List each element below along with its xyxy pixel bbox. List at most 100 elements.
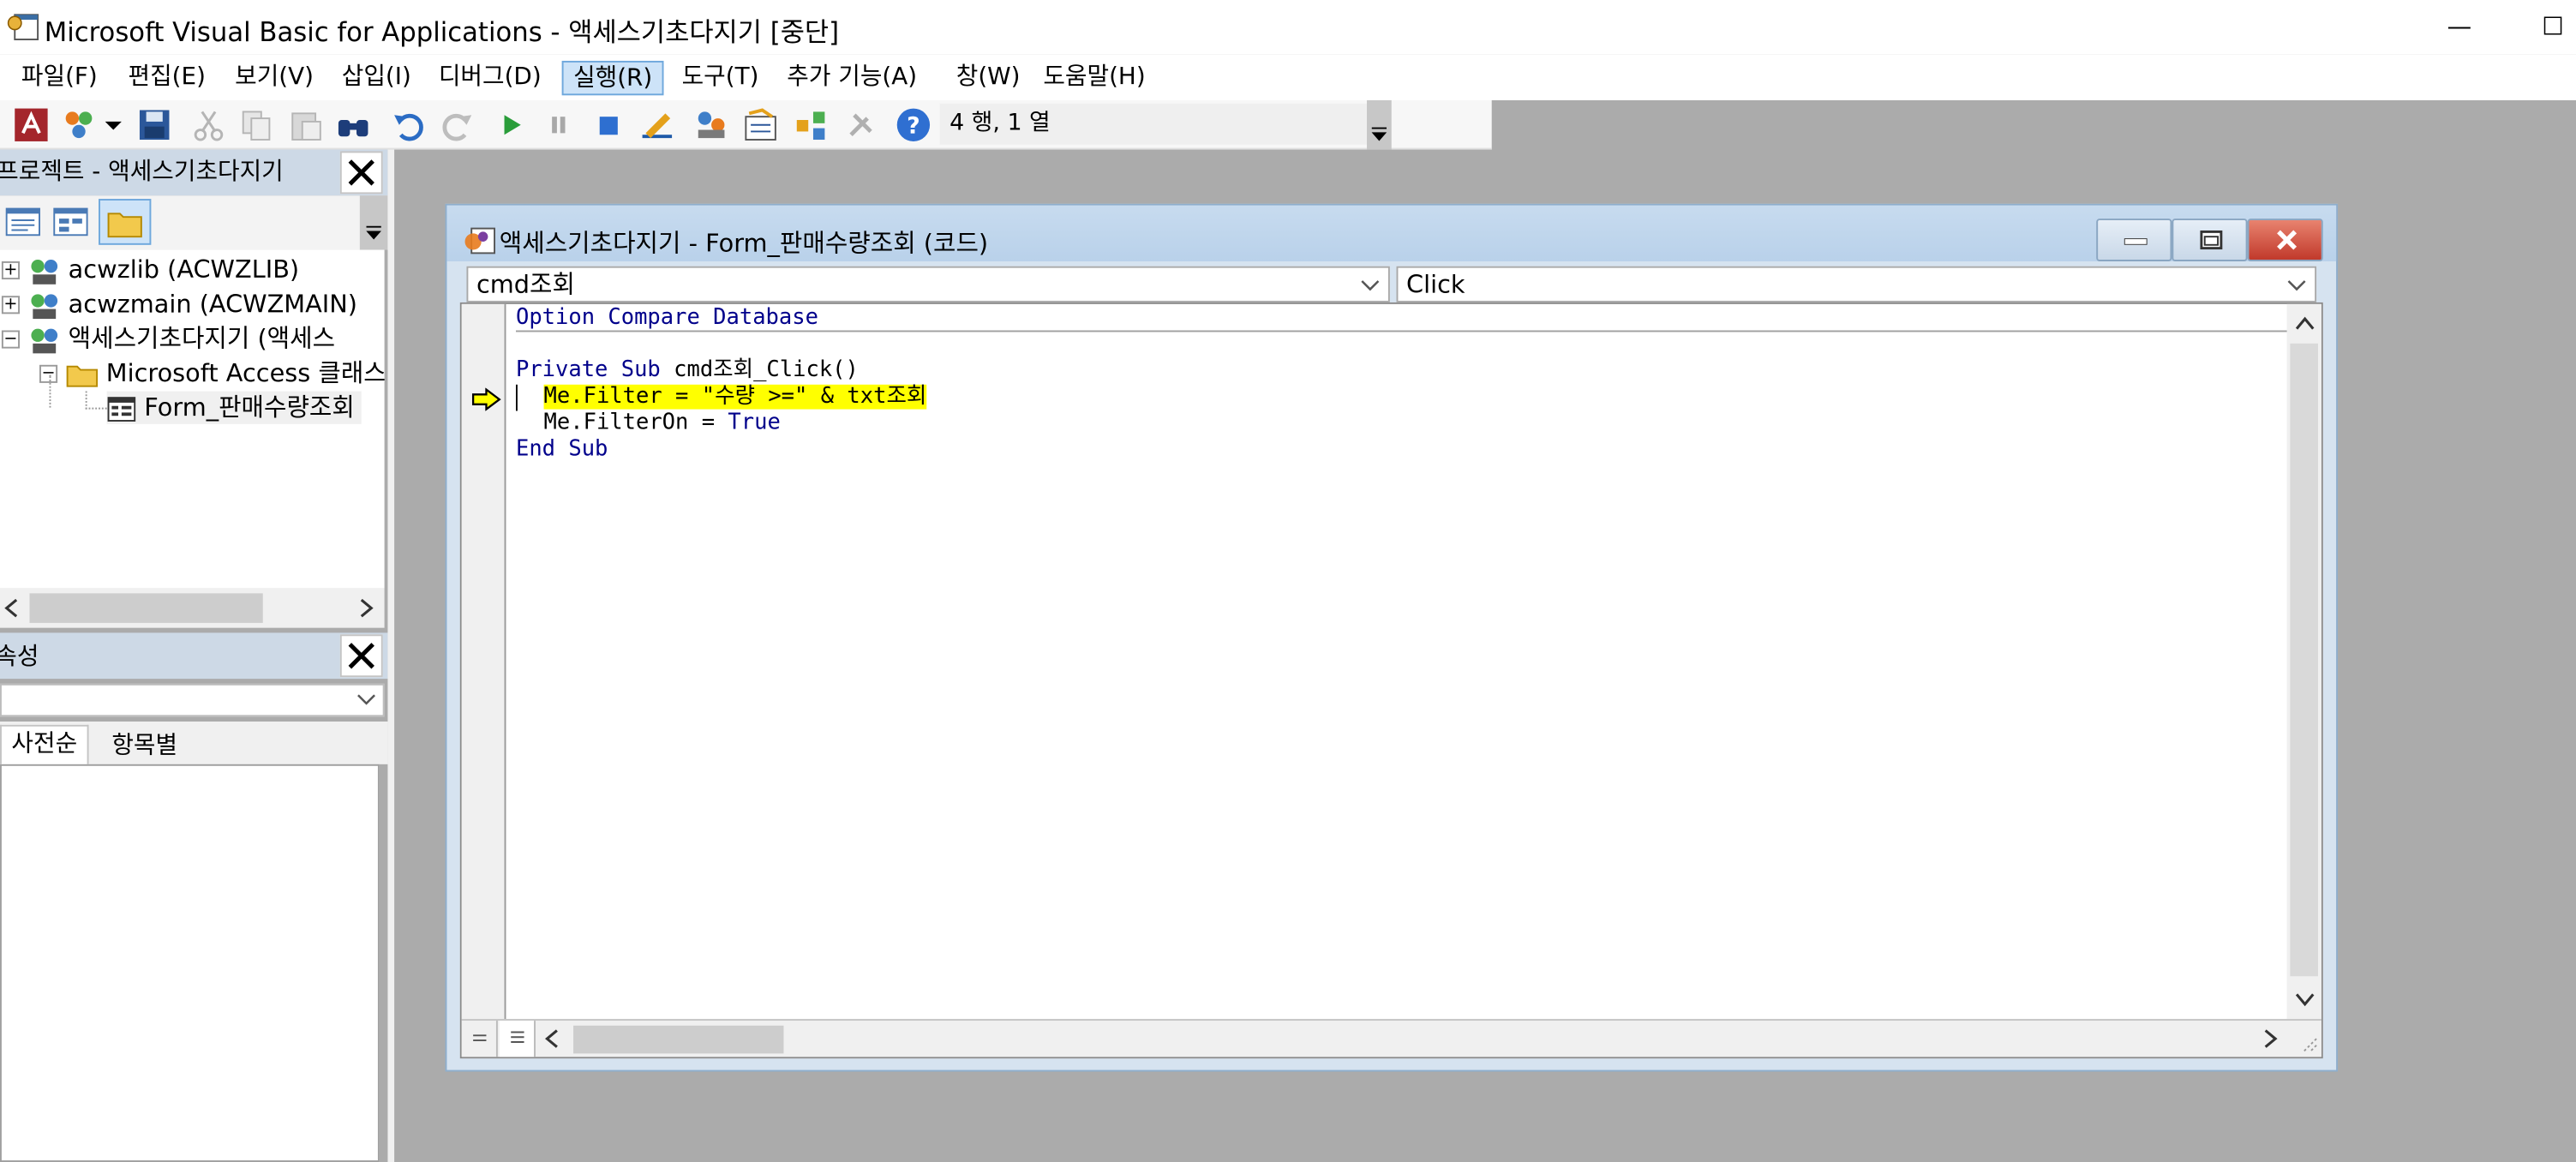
paste-icon [291,112,321,141]
code-editor[interactable]: Option Compare Database Private Sub cmd조… [459,302,2323,1059]
menu-view[interactable]: 보기(V) [225,61,324,95]
menu-window[interactable]: 창(W) [946,61,1030,95]
code-module-icon [464,227,496,255]
minimize-button[interactable]: — [2435,5,2484,48]
close-icon [348,159,374,186]
object-selector-dropdown[interactable] [0,683,385,717]
reset-icon[interactable] [590,107,626,143]
code-restore-button[interactable] [2172,219,2248,261]
tree-item-acwzlib[interactable]: + acwzlib (ACWZLIB) [1,253,300,285]
design-mode-icon[interactable] [639,107,675,143]
full-module-view-button[interactable] [499,1021,536,1057]
tab-categorized[interactable]: 항목별 [102,728,188,764]
margin-indicator-bar[interactable] [461,303,506,1020]
menu-insert[interactable]: 삽입(I) [332,61,421,95]
tree-item-current-project[interactable]: − 액세스기초다지기 (액세스 [1,322,335,355]
tree-connector [85,407,107,410]
chevron-down-icon[interactable] [2295,992,2315,1007]
close-icon [348,643,374,669]
scroll-thumb[interactable] [2290,343,2319,977]
code-window-titlebar: 액세스기초다지기 - Form_판매수량조회 (코드) [446,205,2337,261]
properties-pane-close-button[interactable] [339,634,383,678]
toolbox-icon [849,113,872,136]
chevron-up-icon[interactable] [2295,315,2315,330]
resize-grip-icon[interactable] [2298,1033,2318,1053]
menu-addins[interactable]: 추가 기능(A) [777,61,927,95]
view-object-icon[interactable] [52,206,88,238]
chevron-right-icon[interactable] [2262,1029,2279,1049]
text-caret [515,384,544,411]
project-explorer-icon[interactable] [693,107,729,143]
declarations-separator [515,330,2291,332]
restore-icon [2200,230,2223,250]
project-horizontal-scrollbar[interactable] [0,588,385,628]
expand-toggle[interactable]: + [1,296,21,314]
highlighted-statement: Me.Filter = "수량 >=" & txt조회 [543,384,927,410]
tree-item-label: acwzlib (ACWZLIB) [68,255,300,285]
svg-text:?: ? [907,112,920,139]
scroll-thumb[interactable] [573,1025,784,1054]
code-window: 액세스기초다지기 - Form_판매수량조회 (코드) cmd조회 Click [445,203,2339,1072]
expand-toggle[interactable]: + [1,261,21,280]
help-icon[interactable]: ? [896,107,932,143]
procedure-combo-value: Click [1406,269,1465,300]
undo-icon[interactable] [391,107,427,143]
chevron-down-icon [1361,280,1380,291]
cut-icon [194,111,224,141]
title-bar: Microsoft Visual Basic for Applications … [0,0,2576,55]
scroll-thumb[interactable] [29,593,263,623]
menu-tools[interactable]: 도구(T) [672,61,769,95]
tree-item-access-class-objects[interactable]: − Microsoft Access 클래스 [39,356,385,389]
insert-object-icon[interactable] [61,107,97,143]
toggle-folders-button[interactable] [99,199,152,245]
chevron-left-icon[interactable] [544,1029,560,1049]
full-module-view-icon [511,1031,524,1043]
collapse-toggle[interactable]: − [1,330,21,349]
object-browser-icon[interactable] [794,107,830,143]
procedure-combo[interactable]: Click [1396,266,2317,302]
properties-window-icon[interactable] [743,107,779,143]
folder-icon [107,213,142,238]
save-icon[interactable] [136,107,172,143]
menu-help[interactable]: 도움말(H) [1033,61,1155,95]
find-icon[interactable] [335,107,371,143]
code-line-6: End Sub [515,437,608,462]
project-pane-close-button[interactable] [339,151,383,195]
properties-list [0,764,380,1162]
menu-run[interactable]: 실행(R) [561,60,664,96]
chevron-right-icon[interactable] [358,598,374,618]
properties-tabs: 사전순 항목별 [0,721,388,764]
tree-item-acwzmain[interactable]: + acwzmain (ACWZMAIN) [1,288,357,320]
procedure-view-button[interactable] [462,1021,498,1057]
standard-toolbar: ? 4 행, 1 열 [0,99,1492,150]
project-tree: + acwzlib (ACWZLIB) + acwzmain (ACWZMAIN… [0,249,385,589]
break-icon [552,117,566,134]
code-close-button[interactable] [2247,219,2323,261]
code-text[interactable]: Option Compare Database Private Sub cmd조… [515,304,2291,1019]
chevron-down-icon[interactable] [102,107,125,143]
run-icon[interactable] [493,107,529,143]
menu-debug[interactable]: 디버그(D) [428,61,551,95]
maximize-button[interactable]: ☐ [2530,5,2576,48]
keyword-true: True [728,410,781,436]
menu-edit[interactable]: 편집(E) [118,61,215,95]
code-minimize-button[interactable] [2096,219,2172,261]
properties-pane-header: 속성 [0,632,388,680]
chevron-down-icon [366,225,381,240]
code-line-5: Me.FilterOn = True [544,410,781,437]
tab-alphabetic[interactable]: 사전순 [0,724,89,764]
code-vertical-scrollbar[interactable] [2286,303,2321,1020]
view-access-icon[interactable] [13,107,49,143]
menu-bar: 파일(F) 편집(E) 보기(V) 삽입(I) 디버그(D) 실행(R) 도구(… [0,54,2576,100]
close-icon [2277,230,2297,250]
pane-splitter[interactable] [387,149,395,1162]
tree-item-form-module[interactable]: Form_판매수량조회 [106,391,362,424]
chevron-down-icon [2287,280,2306,291]
toolbar-overflow-handle[interactable] [1367,99,1392,150]
chevron-left-icon[interactable] [3,598,20,618]
view-code-icon[interactable] [5,206,41,238]
menu-file[interactable]: 파일(F) [11,61,107,95]
project-toolbar-overflow[interactable] [359,195,388,250]
object-combo[interactable]: cmd조회 [466,266,1390,302]
project-pane-toolbar [0,195,388,250]
